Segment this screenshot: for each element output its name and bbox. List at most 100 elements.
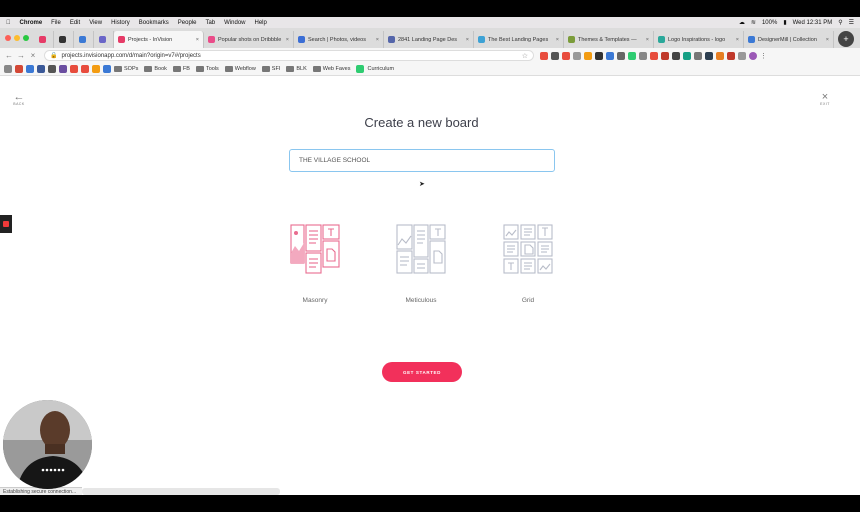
menu-bookmarks[interactable]: Bookmarks xyxy=(139,20,169,26)
pinned-tab-icon xyxy=(58,36,66,43)
bookmark-sfi[interactable]: SFI xyxy=(261,66,280,72)
battery-text[interactable]: 100% xyxy=(762,20,777,26)
pinned-tab-4[interactable] xyxy=(94,31,114,48)
gmail-icon[interactable] xyxy=(15,65,23,73)
bookmark-webflow[interactable]: Webflow xyxy=(224,66,256,72)
bookmark-site-icon[interactable] xyxy=(26,65,34,73)
search-icon[interactable]: ⚲ xyxy=(838,19,842,26)
browser-tab[interactable]: Popular shots on Dribbble × xyxy=(204,31,294,48)
extension-icon[interactable] xyxy=(672,51,680,60)
bookmark-tools[interactable]: Tools xyxy=(195,66,219,72)
extension-icon[interactable] xyxy=(617,51,625,60)
extension-icon[interactable] xyxy=(716,51,724,60)
extension-icon[interactable] xyxy=(639,51,647,60)
clock-text[interactable]: Wed 12:31 PM xyxy=(793,20,833,26)
extension-icon[interactable] xyxy=(727,51,735,60)
layout-option-meticulous[interactable]: Meticulous xyxy=(386,223,456,304)
bookmark-web-faves[interactable]: Web Faves xyxy=(312,66,350,72)
menu-edit[interactable]: Edit xyxy=(70,20,80,26)
curriculum-icon xyxy=(356,65,365,73)
layout-option-grid[interactable]: Grid xyxy=(493,223,563,304)
pinned-tab-2[interactable] xyxy=(54,31,74,48)
wifi-icon[interactable]: ≋ xyxy=(751,19,756,26)
tab-close-icon[interactable]: × xyxy=(646,37,649,43)
bookmark-book[interactable]: Book xyxy=(144,66,167,72)
bookmark-site-icon[interactable] xyxy=(103,65,111,73)
bookmark-blk[interactable]: BLK xyxy=(286,66,307,72)
more-menu-icon[interactable]: ⋮ xyxy=(760,52,767,60)
tab-close-icon[interactable]: × xyxy=(466,37,469,43)
bookmark-star-icon[interactable]: ☆ xyxy=(522,52,528,60)
tab-close-icon[interactable]: × xyxy=(196,37,199,43)
menu-view[interactable]: View xyxy=(89,20,102,26)
tab-close-icon[interactable]: × xyxy=(736,37,739,43)
extension-icon[interactable] xyxy=(595,51,603,60)
bookmark-site-icon[interactable] xyxy=(59,65,67,73)
extension-icon[interactable] xyxy=(606,51,614,60)
extension-icon[interactable] xyxy=(705,51,713,60)
address-bar[interactable]: 🔒 projects.invisionapp.com/d/main?origin… xyxy=(44,50,534,61)
menu-file[interactable]: File xyxy=(51,20,61,26)
facebook-icon[interactable] xyxy=(37,65,45,73)
cloud-icon[interactable]: ☁ xyxy=(739,19,745,26)
board-name-input[interactable] xyxy=(289,149,555,172)
menu-help[interactable]: Help xyxy=(255,20,267,26)
extension-icon[interactable] xyxy=(584,51,592,60)
extension-icon[interactable] xyxy=(683,51,691,60)
bookmark-sops[interactable]: SOPs xyxy=(114,66,138,72)
apple-icon[interactable]:  xyxy=(6,20,11,26)
extension-icon[interactable] xyxy=(628,51,636,60)
record-widget[interactable] xyxy=(0,215,12,233)
get-started-button[interactable]: GET STARTED xyxy=(382,362,462,382)
layout-option-masonry[interactable]: Masonry xyxy=(280,223,350,304)
bookmark-site-icon[interactable] xyxy=(48,65,56,73)
extension-icon[interactable] xyxy=(694,51,702,60)
lock-icon[interactable]: 🔒 xyxy=(50,52,57,59)
bookmark-fb[interactable]: FB xyxy=(172,66,190,72)
tab-close-icon[interactable]: × xyxy=(556,37,559,43)
bookmark-site-icon[interactable] xyxy=(70,65,78,73)
browser-tab[interactable]: Projects - InVision × xyxy=(114,31,204,48)
apps-icon[interactable] xyxy=(4,65,12,73)
extension-icon[interactable] xyxy=(562,51,570,60)
horizontal-scrollbar[interactable] xyxy=(82,488,280,495)
browser-tab[interactable]: Themes & Templates — × xyxy=(564,31,654,48)
pinned-tab-3[interactable] xyxy=(74,31,94,48)
menu-window[interactable]: Window xyxy=(224,20,245,26)
extension-icon[interactable] xyxy=(573,51,581,60)
profile-avatar[interactable] xyxy=(749,51,757,60)
bookmark-site-icon[interactable] xyxy=(92,65,100,73)
zoom-window-icon[interactable] xyxy=(23,35,29,41)
battery-icon[interactable]: ▮ xyxy=(783,19,786,26)
browser-tab[interactable]: The Best Landing Pages × xyxy=(474,31,564,48)
minimize-window-icon[interactable] xyxy=(14,35,20,41)
extension-icon[interactable] xyxy=(551,51,559,60)
tab-close-icon[interactable]: × xyxy=(286,37,289,43)
bookmark-site-icon[interactable] xyxy=(81,65,89,73)
pinned-tab-1[interactable] xyxy=(34,31,54,48)
browser-tab[interactable]: Search | Photos, videos × xyxy=(294,31,384,48)
extension-icon[interactable] xyxy=(738,51,746,60)
browser-tab[interactable]: 2841 Landing Page Des × xyxy=(384,31,474,48)
menu-people[interactable]: People xyxy=(178,20,197,26)
menu-list-icon[interactable]: ☰ xyxy=(849,19,854,26)
bookmark-curriculum[interactable]: Curriculum xyxy=(356,65,394,73)
menu-tab[interactable]: Tab xyxy=(205,20,215,26)
menu-chrome[interactable]: Chrome xyxy=(20,20,43,26)
browser-tab[interactable]: DesignerMill | Collection × xyxy=(744,31,834,48)
back-button[interactable]: ← BACK xyxy=(11,92,27,107)
new-tab-button[interactable]: + xyxy=(838,31,854,47)
browser-tab[interactable]: Logo Inspirations - logo × xyxy=(654,31,744,48)
menu-history[interactable]: History xyxy=(111,20,130,26)
forward-arrow-icon[interactable]: → xyxy=(16,51,26,60)
back-arrow-icon[interactable]: ← xyxy=(4,51,14,60)
extension-icon[interactable] xyxy=(540,51,548,60)
close-window-icon[interactable] xyxy=(5,35,11,41)
extension-icon[interactable] xyxy=(650,51,658,60)
tab-close-icon[interactable]: × xyxy=(376,37,379,43)
reload-icon[interactable]: × xyxy=(28,51,38,60)
address-url[interactable]: projects.invisionapp.com/d/main?origin=v… xyxy=(61,53,200,59)
tab-close-icon[interactable]: × xyxy=(826,37,829,43)
extension-icon[interactable] xyxy=(661,51,669,60)
exit-button[interactable]: × EXIT xyxy=(817,92,833,107)
